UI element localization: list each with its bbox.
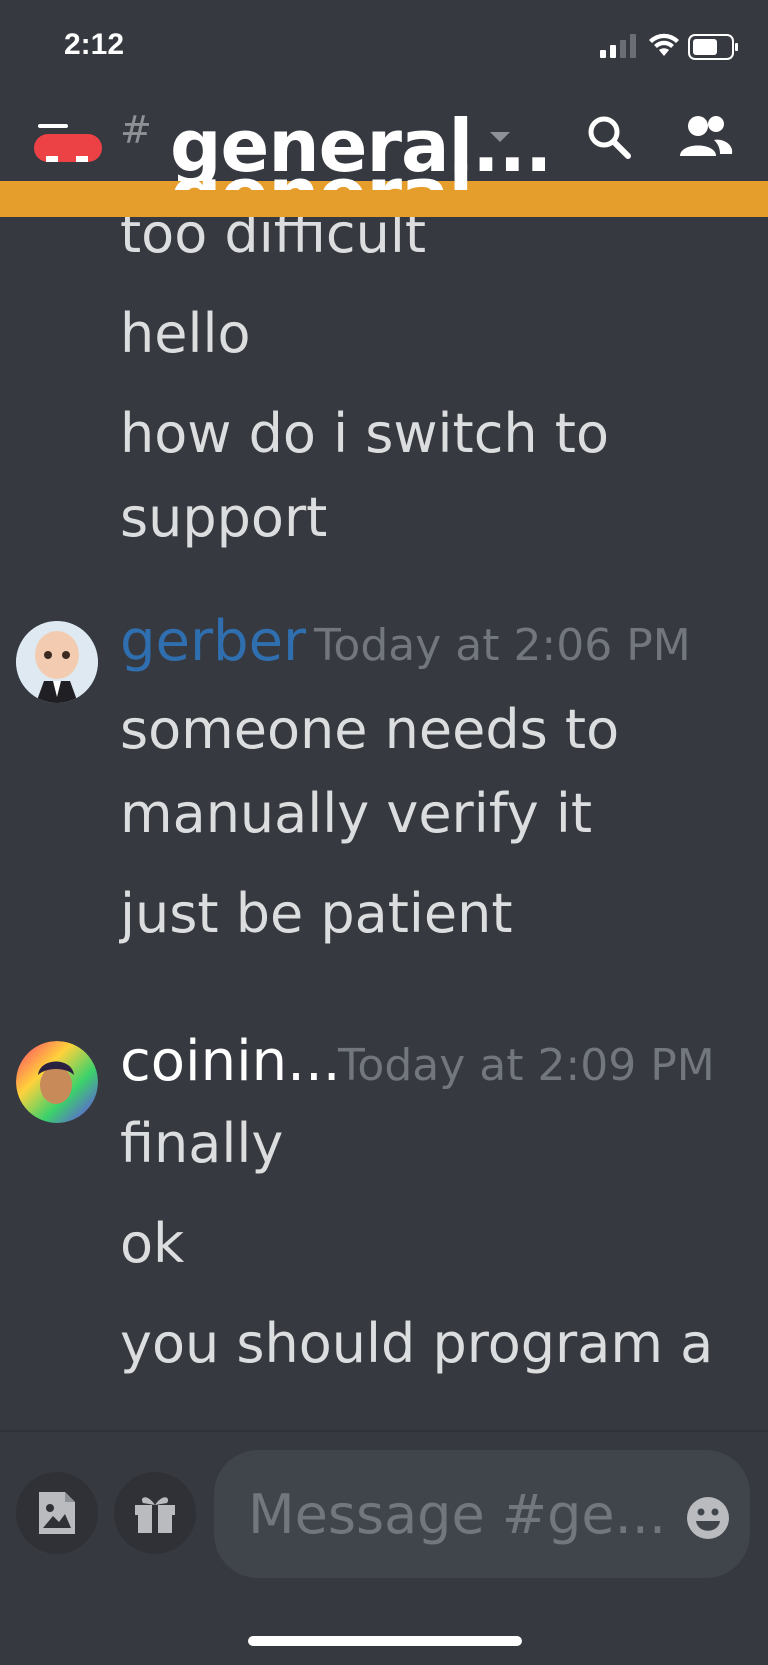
channel-name[interactable]: general... (170, 102, 552, 190)
home-indicator[interactable] (248, 1636, 522, 1646)
avatar[interactable] (16, 1041, 98, 1123)
emoji-icon[interactable] (686, 1496, 730, 1540)
attach-image-button[interactable] (16, 1472, 98, 1554)
message-text: how do i switch to (120, 402, 610, 465)
author-name[interactable]: coinin... (120, 1027, 341, 1097)
signal-icon (600, 34, 636, 58)
avatar-image (16, 621, 98, 703)
author-name[interactable]: gerber (120, 607, 306, 677)
channel-hash: # (120, 108, 152, 152)
status-bar: 2:12 (0, 0, 768, 100)
avatar-image (16, 1041, 98, 1123)
message-text: too difficult (120, 217, 426, 265)
message-text: just be patient (120, 882, 513, 945)
message-timestamp: Today at 2:09 PM (338, 1040, 715, 1091)
avatar[interactable] (16, 621, 98, 703)
message-text: ok (120, 1212, 185, 1275)
battery-icon (688, 34, 738, 60)
message-text: finally (120, 1112, 284, 1175)
message-text: you should program a (120, 1312, 714, 1375)
message-composer (0, 1430, 768, 1665)
message-list[interactable]: too difficult hello how do i switch to s… (0, 217, 768, 1430)
message-timestamp: Today at 2:06 PM (314, 620, 691, 671)
members-icon[interactable] (678, 114, 734, 158)
message-text: someone needs to (120, 698, 620, 761)
message-text: hello (120, 302, 251, 365)
message-field[interactable] (246, 1481, 670, 1547)
notice-banner[interactable] (0, 181, 768, 217)
status-time: 2:12 (64, 28, 125, 61)
channel-header: # general... (0, 100, 768, 188)
wifi-icon (649, 33, 679, 56)
image-icon (39, 1492, 75, 1534)
search-icon[interactable] (584, 112, 632, 160)
hamburger-icon[interactable] (32, 118, 104, 168)
chevron-down-icon[interactable] (488, 130, 512, 144)
gift-button[interactable] (114, 1472, 196, 1554)
message-text: support (120, 486, 328, 549)
gift-icon (135, 1497, 175, 1533)
message-text: manually verify it (120, 782, 593, 845)
message-input[interactable] (214, 1450, 750, 1578)
